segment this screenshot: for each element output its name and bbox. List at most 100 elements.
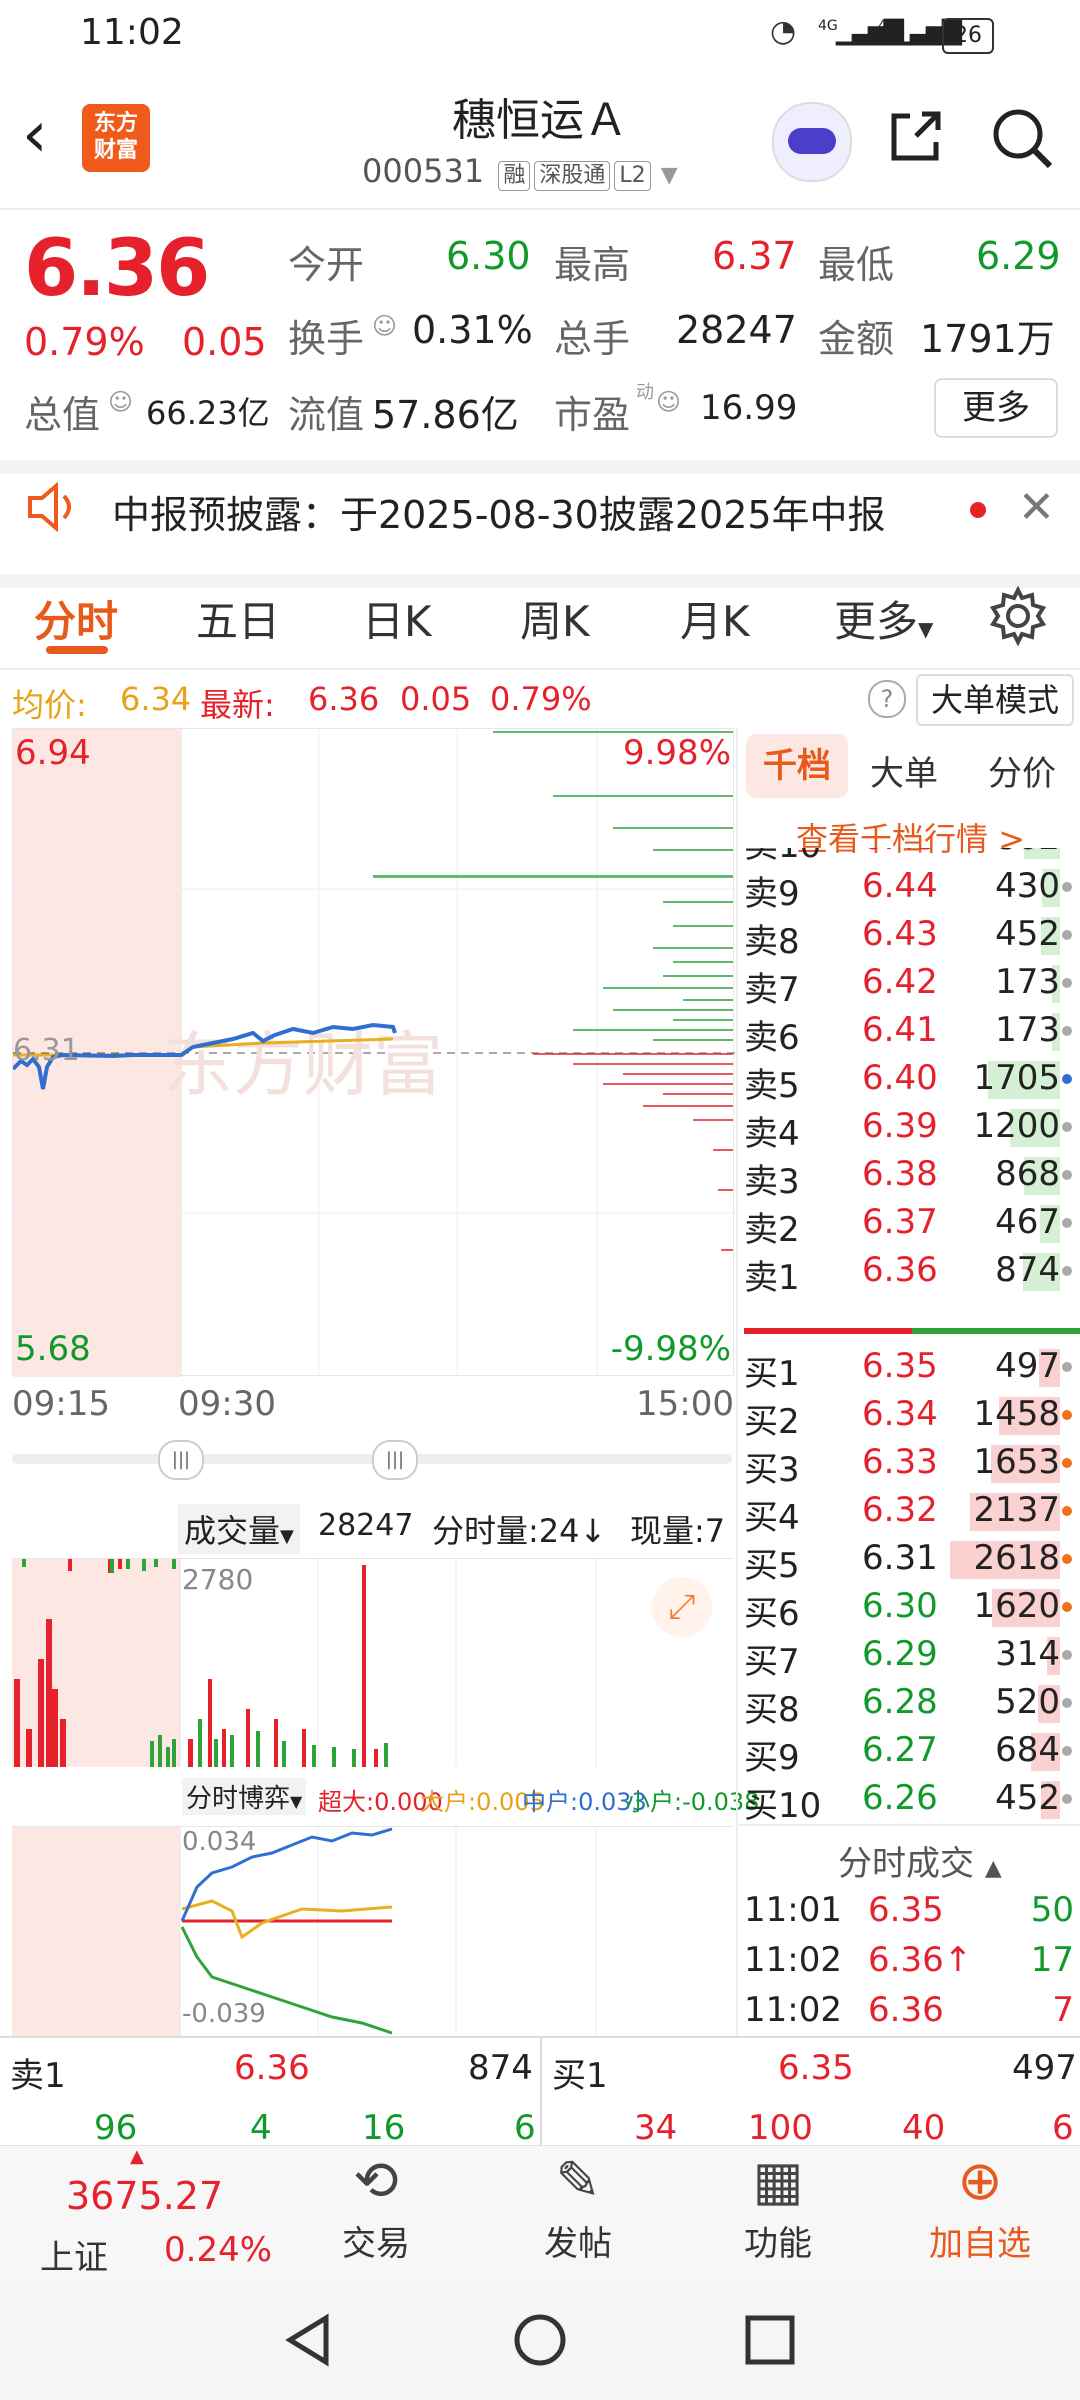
bid-dot	[1062, 1650, 1072, 1660]
share-icon[interactable]	[886, 106, 946, 166]
add-watchlist-button[interactable]: ⊕ 加自选	[920, 2146, 1040, 2265]
bid-row[interactable]: 买7 6.29 314	[738, 1632, 1080, 1682]
game-selector[interactable]: 分时博弈▼	[182, 1778, 307, 1815]
bid-price: 6.28	[862, 1682, 938, 1722]
ask-volume: 430	[995, 866, 1060, 906]
ask-row[interactable]: 卖4 6.39 1200	[738, 1104, 1080, 1154]
functions-button[interactable]: ▦ 功能	[718, 2146, 838, 2265]
range-handle-right[interactable]: |||	[372, 1440, 418, 1480]
ask-price: 6.41	[862, 1010, 938, 1050]
bid-dot	[1062, 1554, 1072, 1564]
tab-price-levels[interactable]: 分价	[988, 746, 1056, 795]
trades-list: 11:01 6.35 50 11:02 6.36↑ 17 11:02 6.36 7	[738, 1888, 1080, 2038]
bid-detail-1: 34	[634, 2108, 678, 2148]
tab-more[interactable]: 更多▼	[834, 588, 933, 649]
turnover-label: 换手	[288, 317, 365, 361]
low-value: 6.29	[976, 234, 1061, 278]
chevron-down-icon: ▼	[660, 163, 678, 188]
info-icon[interactable]: ☺	[108, 388, 133, 416]
bid-row[interactable]: 买9 6.27 684	[738, 1728, 1080, 1778]
yen-exchange-icon: ⟲	[353, 2149, 399, 2212]
home-circle-icon[interactable]	[512, 2312, 568, 2368]
ask-row[interactable]: 卖3 6.38 868	[738, 1152, 1080, 1202]
ask-dot	[1062, 1218, 1072, 1228]
unread-dot	[970, 502, 986, 518]
intraday-chart[interactable]: 东方财富 6.94 5.68 9.98% -9.98% 6.31	[12, 728, 735, 1377]
bid-price: 6.30	[862, 1586, 938, 1626]
volume-selector[interactable]: 成交量▼	[178, 1504, 300, 1554]
tab-big-orders[interactable]: 大单	[870, 746, 938, 795]
trade-volume: 7	[1052, 1990, 1074, 2030]
help-icon[interactable]: ?	[868, 680, 906, 718]
tab-intraday[interactable]: 分时	[34, 588, 118, 649]
expand-icon[interactable]: ⤢	[652, 1577, 712, 1637]
assistant-robot-icon[interactable]	[772, 102, 852, 182]
bid-dot	[1062, 1458, 1072, 1468]
gear-icon[interactable]	[988, 586, 1048, 646]
bid-label: 买7	[744, 1642, 800, 1682]
post-button[interactable]: ✎ 发帖	[518, 2146, 638, 2265]
float-label: 流值	[288, 393, 365, 437]
pe-superscript: 动	[636, 382, 654, 403]
float-value: 57.86亿	[372, 393, 519, 437]
index-name: 上证	[40, 2238, 108, 2278]
bid-row[interactable]: 买6 6.30 1620	[738, 1584, 1080, 1634]
index-value[interactable]: 3675.27	[66, 2174, 223, 2218]
pe-value: 16.99	[700, 388, 798, 428]
close-icon[interactable]: ✕	[1018, 482, 1055, 533]
ask-dot	[1062, 1122, 1072, 1132]
info-icon[interactable]: ☺	[656, 388, 681, 416]
ask-row[interactable]: 卖8 6.43 452	[738, 912, 1080, 962]
bid-row[interactable]: 买10 6.26 452	[738, 1776, 1080, 1826]
bid-row[interactable]: 买5 6.31 2618	[738, 1536, 1080, 1586]
bid-price: 6.29	[862, 1634, 938, 1674]
ask-detail-1: 96	[94, 2108, 138, 2148]
bid-row[interactable]: 买3 6.33 1653	[738, 1440, 1080, 1490]
ask-price: 6.45	[862, 848, 938, 858]
bid-row[interactable]: 买8 6.28 520	[738, 1680, 1080, 1730]
divider	[738, 1824, 1080, 1826]
system-nav-bar	[0, 2280, 1080, 2400]
mktcap-label: 总值	[24, 393, 101, 437]
tab-weekly-k[interactable]: 周K	[520, 588, 590, 649]
ask-label: 卖2	[744, 1210, 800, 1250]
divider	[540, 2036, 542, 2146]
tab-thousand-levels[interactable]: 千档	[746, 734, 848, 798]
tab-indicator	[46, 646, 108, 654]
trades-title[interactable]: 分时成交 ▲	[838, 1836, 1002, 1885]
ask-row[interactable]: 卖6 6.41 173	[738, 1008, 1080, 1058]
big-order-mode-button[interactable]: 大单模式	[916, 674, 1074, 726]
more-button[interactable]: 更多	[934, 378, 1058, 438]
back-triangle-icon[interactable]	[282, 2312, 336, 2368]
ask-row[interactable]: 卖1 6.36 874	[738, 1248, 1080, 1298]
tab-daily-k[interactable]: 日K	[362, 588, 432, 649]
ask-row[interactable]: 卖5 6.40 1705	[738, 1056, 1080, 1106]
tab-five-day[interactable]: 五日	[196, 588, 280, 649]
ask-row[interactable]: 卖106.45862	[738, 848, 1080, 866]
recent-apps-icon[interactable]	[744, 2314, 796, 2366]
bid-row[interactable]: 买4 6.32 2137	[738, 1488, 1080, 1538]
bid-dot	[1062, 1410, 1072, 1420]
ref-price: 6.31	[13, 1033, 80, 1068]
bid-price: 6.33	[862, 1442, 938, 1482]
stock-code-row[interactable]: 000531 融深股通 L2 ▼	[362, 152, 678, 191]
ask-detail-3: 16	[362, 2108, 406, 2148]
bid-row[interactable]: 买1 6.35 497	[738, 1344, 1080, 1394]
search-icon[interactable]	[990, 106, 1054, 170]
bid-volume: 2618	[973, 1538, 1060, 1578]
trade-button[interactable]: ⟲ 交易	[316, 2146, 436, 2265]
bid-row[interactable]: 买2 6.34 1458	[738, 1392, 1080, 1442]
bid-label: 买6	[744, 1594, 800, 1634]
tab-monthly-k[interactable]: 月K	[680, 588, 750, 649]
ask-detail-4: 6	[514, 2108, 536, 2148]
open-value: 6.30	[446, 234, 531, 278]
range-handle-left[interactable]: |||	[158, 1440, 204, 1480]
ask-row[interactable]: 卖7 6.42 173	[738, 960, 1080, 1010]
info-icon[interactable]: ☺	[372, 312, 397, 340]
ask-row[interactable]: 卖2 6.37 467	[738, 1200, 1080, 1250]
ask-price: 6.36	[862, 1250, 938, 1290]
bottom-action-bar: ▲ 3675.27 上证 0.24% ⟲ 交易 ✎ 发帖 ▦ 功能 ⊕ 加自选	[0, 2145, 1080, 2281]
ask-list: 卖106.45862卖96.44430卖86.43452卖76.42173卖66…	[738, 848, 1080, 1328]
ask-row[interactable]: 卖9 6.44 430	[738, 864, 1080, 914]
change-percent: 0.79%	[24, 320, 145, 364]
